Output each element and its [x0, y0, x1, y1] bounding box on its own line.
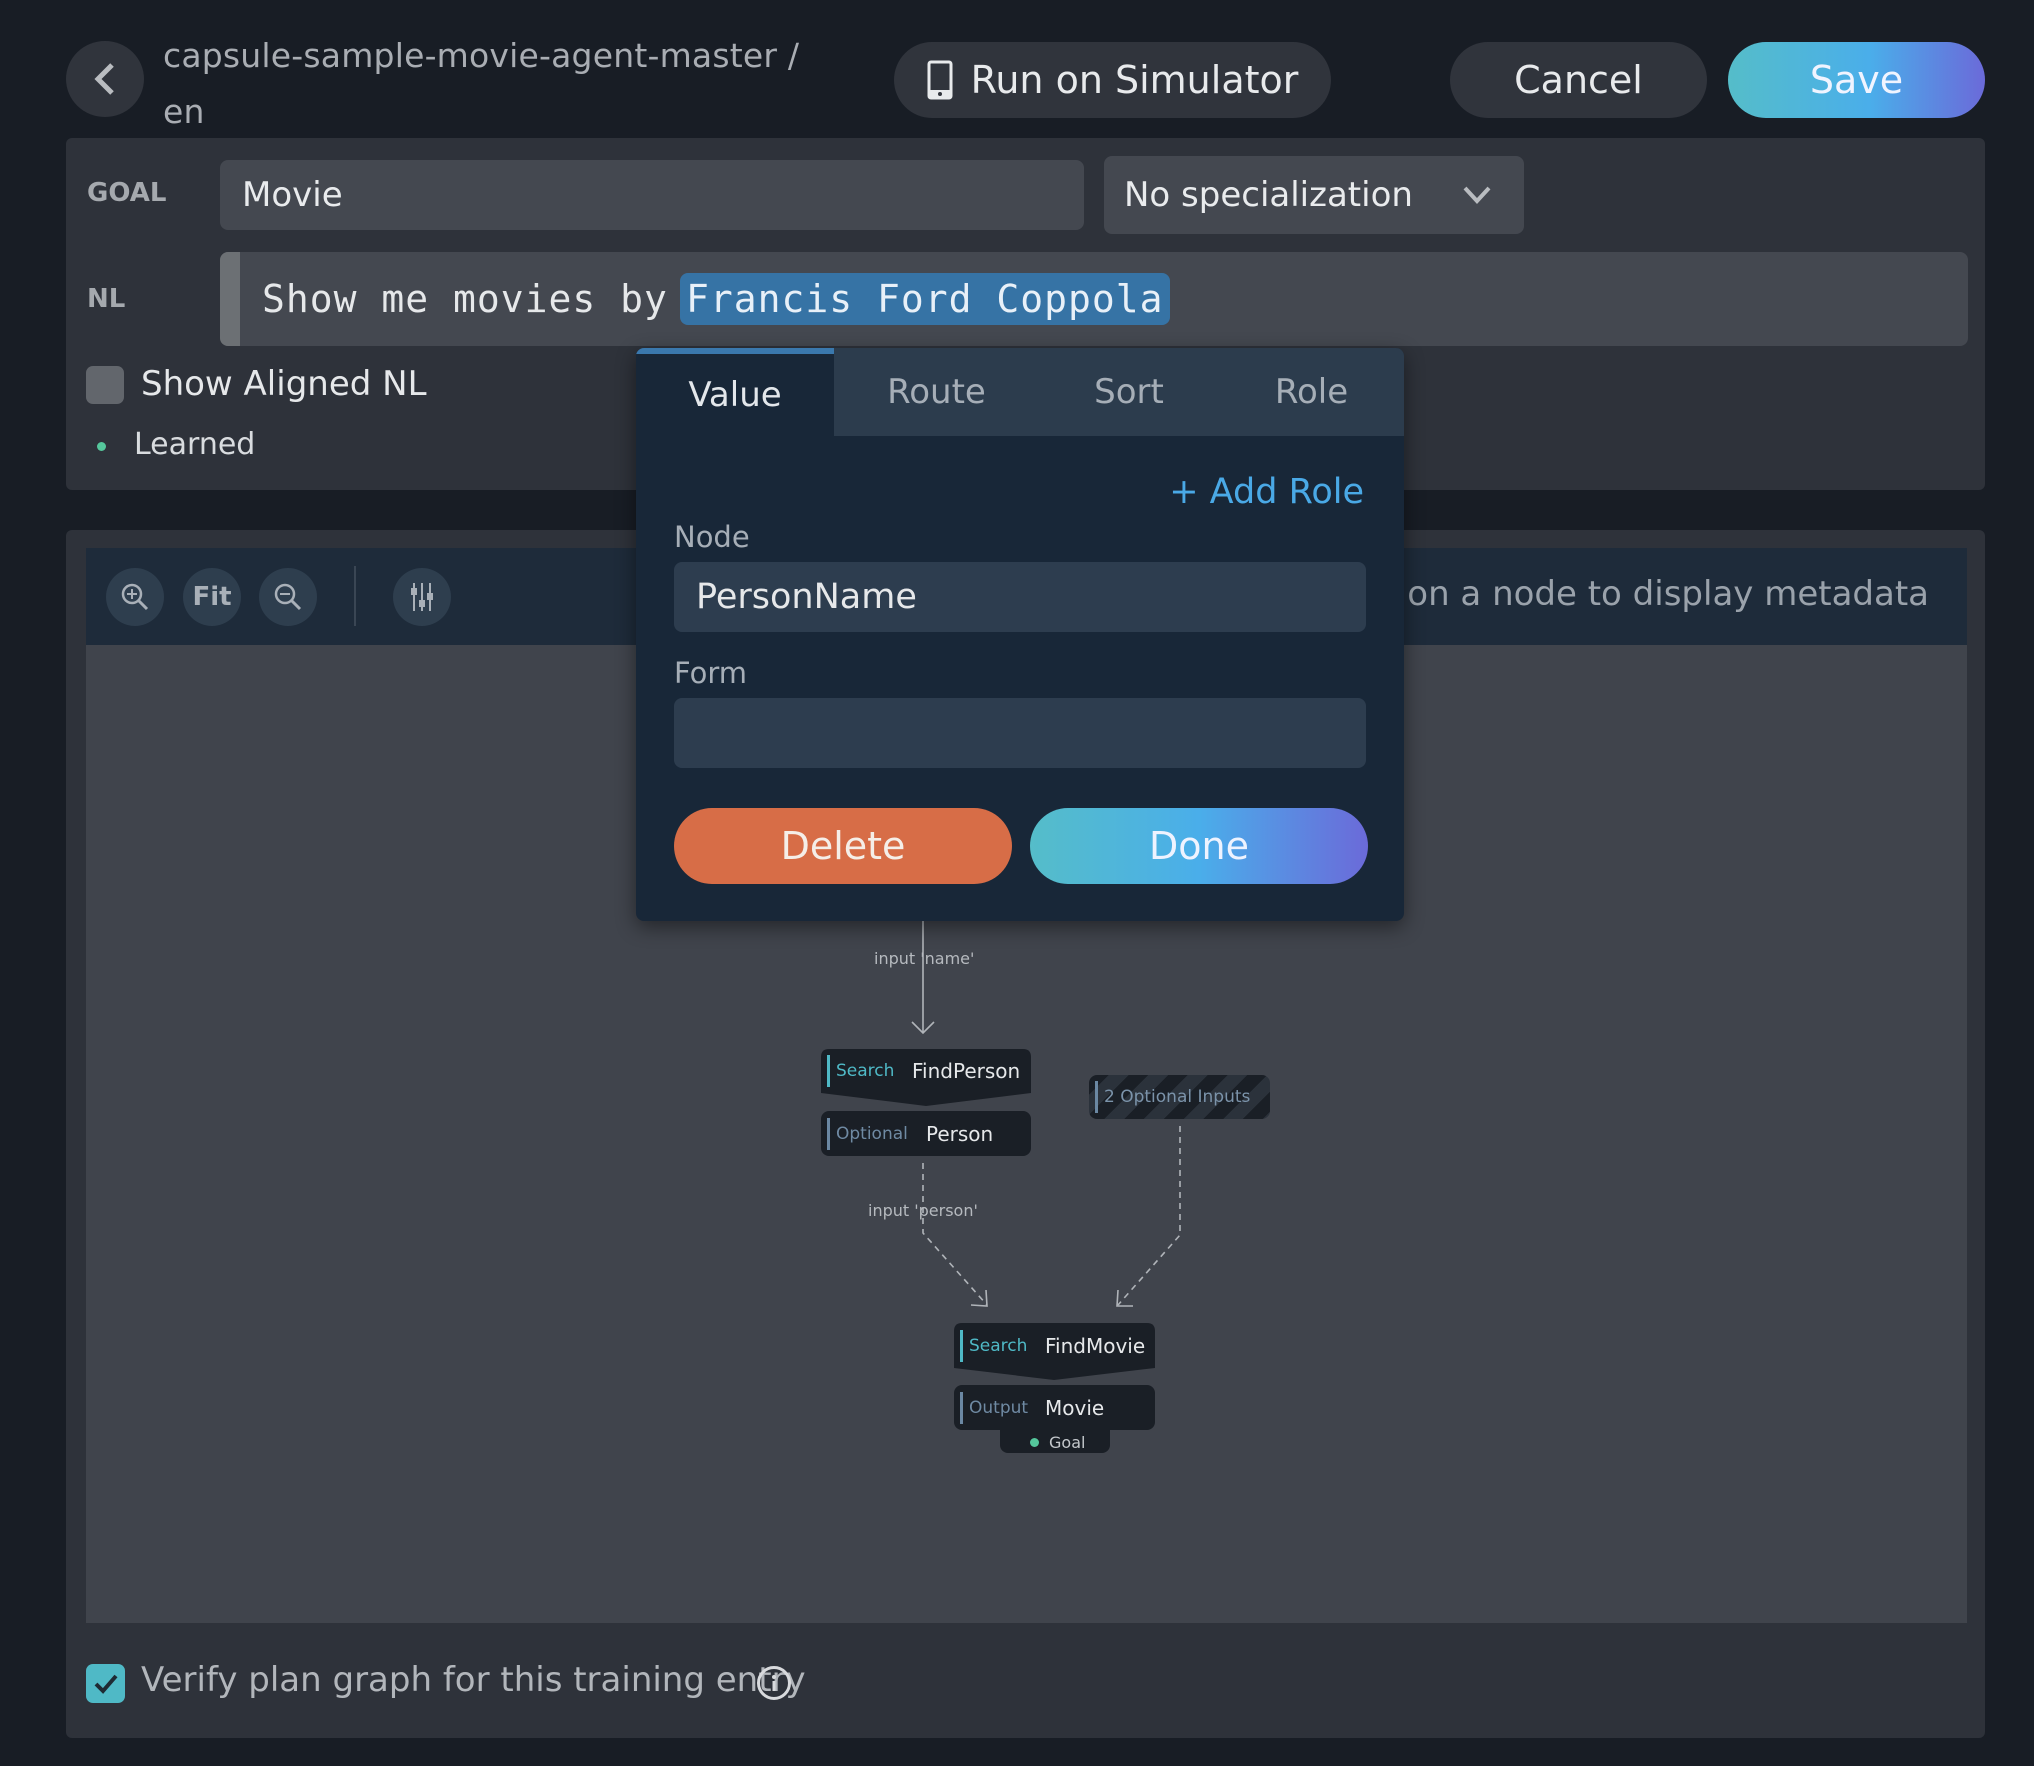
node-name: FindMovie: [1045, 1333, 1146, 1358]
nl-field-marker: [220, 252, 240, 346]
status-dot-icon: [97, 442, 106, 451]
node-kind-marker: [1095, 1081, 1098, 1113]
graph-node-optional-inputs[interactable]: 2 Optional Inputs: [1089, 1075, 1270, 1119]
goal-value: Movie: [242, 175, 343, 215]
delete-button[interactable]: Delete: [674, 808, 1012, 884]
graph-node-find-person[interactable]: Search FindPerson: [821, 1049, 1031, 1093]
chevron-left-icon: [94, 63, 114, 95]
cancel-button[interactable]: Cancel: [1450, 42, 1707, 118]
node-kind: Search: [969, 1335, 1028, 1356]
node-name: Movie: [1045, 1395, 1105, 1420]
run-on-simulator-label: Run on Simulator: [970, 58, 1299, 102]
nl-label: NL: [87, 284, 126, 314]
nl-annotated-span[interactable]: Francis Ford Coppola: [679, 273, 1170, 325]
edge-label-person: input 'person': [868, 1201, 978, 1220]
goal-badge-label: Goal: [1049, 1433, 1086, 1452]
verify-plan-label: Verify plan graph for this training entr…: [141, 1660, 806, 1700]
graph-node-person[interactable]: Optional Person: [821, 1111, 1031, 1156]
sliders-icon: [411, 583, 433, 611]
toolbar-divider: [354, 566, 356, 626]
verify-plan-checkbox[interactable]: [86, 1664, 125, 1703]
edge-optional-line: [1117, 1126, 1181, 1306]
zoom-out-button[interactable]: [259, 568, 317, 626]
goal-badge: Goal: [1030, 1433, 1085, 1452]
form-field-label: Form: [674, 656, 748, 690]
tab-value[interactable]: Value: [636, 348, 834, 436]
node-kind-marker: [827, 1117, 830, 1150]
zoom-in-button[interactable]: [106, 568, 164, 626]
edge-person-line: [922, 1163, 988, 1306]
popup-tabs: Value Route Sort Role: [636, 348, 1404, 436]
optional-inputs-label: 2 Optional Inputs: [1104, 1087, 1251, 1107]
show-aligned-nl-checkbox[interactable]: [86, 366, 124, 404]
show-aligned-nl-label: Show Aligned NL: [141, 364, 427, 404]
zoom-out-icon: [274, 583, 302, 611]
node-name: FindPerson: [912, 1059, 1021, 1083]
node-kind-marker: [960, 1329, 963, 1362]
nl-utterance-field[interactable]: Show me movies by Francis Ford Coppola: [220, 252, 1968, 346]
goal-input[interactable]: Movie: [220, 160, 1084, 230]
zoom-in-icon: [121, 583, 149, 611]
form-field-input[interactable]: [674, 698, 1366, 768]
status-label: Learned: [134, 427, 256, 462]
fit-button[interactable]: Fit: [183, 568, 241, 626]
graph-node-find-movie[interactable]: Search FindMovie: [954, 1323, 1155, 1368]
node-field-value: PersonName: [696, 577, 917, 617]
breadcrumb: capsule-sample-movie-agent-master / en: [163, 28, 799, 140]
locale: en: [163, 92, 205, 131]
tab-route[interactable]: Route: [834, 348, 1039, 436]
graph-node-movie[interactable]: Output Movie: [954, 1385, 1155, 1430]
info-icon[interactable]: [757, 1666, 791, 1700]
edge-person-arrowhead: [970, 1289, 988, 1307]
nl-text: Show me movies by: [262, 277, 668, 321]
node-field-label: Node: [674, 520, 750, 554]
mobile-device-icon: [927, 60, 953, 100]
tab-role[interactable]: Role: [1219, 348, 1404, 436]
add-role-button[interactable]: + Add Role: [1169, 472, 1364, 512]
node-name: Person: [926, 1121, 994, 1146]
capsule-name: capsule-sample-movie-agent-master /: [163, 36, 800, 75]
goal-dot-icon: [1030, 1438, 1039, 1447]
edge-label-name: input 'name': [874, 949, 975, 968]
done-button[interactable]: Done: [1030, 808, 1368, 884]
node-kind: Optional: [836, 1123, 908, 1144]
graph-settings-button[interactable]: [393, 568, 451, 626]
back-button[interactable]: [66, 41, 144, 117]
save-button[interactable]: Save: [1728, 42, 1985, 118]
node-kind: Output: [969, 1397, 1029, 1418]
specialization-value: No specialization: [1124, 175, 1413, 215]
chevron-down-icon: [1463, 186, 1491, 204]
node-kind: Search: [836, 1061, 895, 1081]
tab-sort[interactable]: Sort: [1039, 348, 1219, 436]
specialization-select[interactable]: No specialization: [1104, 156, 1524, 234]
node-kind-marker: [960, 1391, 963, 1424]
node-kind-marker: [827, 1055, 830, 1087]
checkmark-icon: [94, 1674, 118, 1694]
node-annotation-popup: Value Route Sort Role + Add Role Node Pe…: [636, 348, 1404, 921]
run-on-simulator-button[interactable]: Run on Simulator: [894, 42, 1331, 118]
goal-label: GOAL: [87, 178, 167, 208]
node-field-input[interactable]: PersonName: [674, 562, 1366, 632]
